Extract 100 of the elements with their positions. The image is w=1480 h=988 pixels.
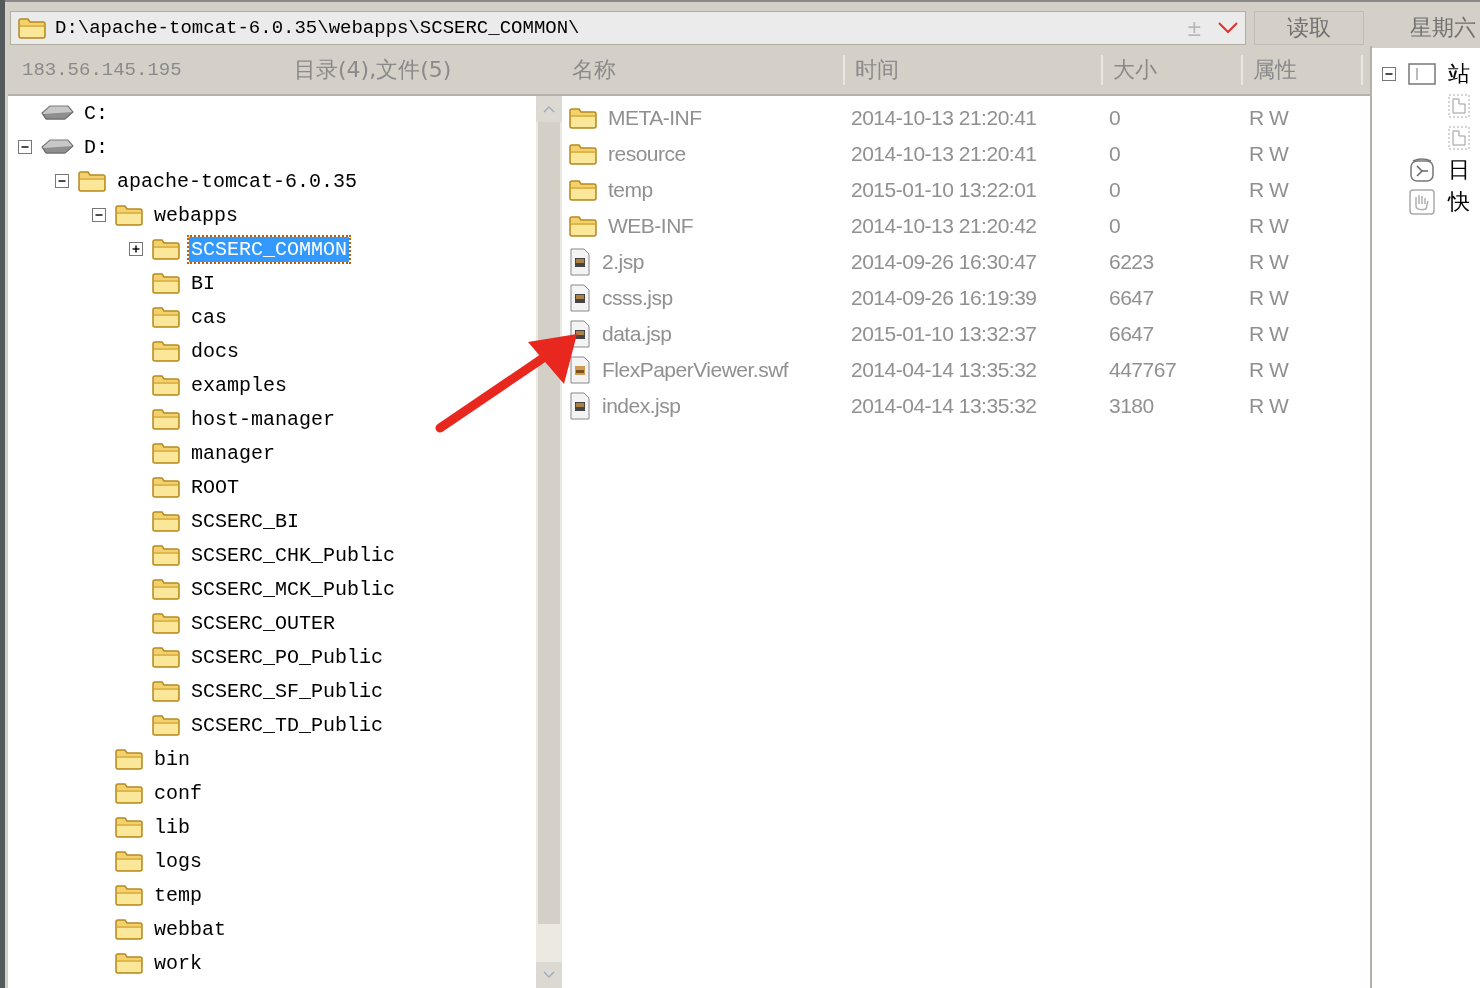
folder-icon [114,781,144,805]
folder-icon [151,543,181,567]
folder-icon [151,407,181,431]
file-attributes: R W [1248,286,1290,310]
folder-icon [114,815,144,839]
file-attributes: R W [1248,106,1290,130]
file-attributes: R W [1248,322,1290,346]
tree-item[interactable]: cas [189,304,229,330]
modified-time: 2014-10-13 21:20:41 [850,106,1038,130]
modified-time: 2014-04-14 13:35:32 [850,394,1038,418]
folder-icon [114,849,144,873]
folder-icon [77,169,107,193]
dropdown-chevron-icon[interactable] [1217,21,1239,35]
file-attributes: R W [1248,142,1290,166]
collapse-toggle[interactable] [55,174,69,188]
folder-icon [151,475,181,499]
modified-time: 2015-01-10 13:32:37 [850,322,1038,346]
drive-icon [40,103,74,123]
host-address: 183.56.145.195 [21,59,183,81]
address-text: D:\apache-tomcat-6.0.35\webapps\SCSERC_COMMON\ [55,17,581,39]
folder-icon [151,645,181,669]
file-icon [568,392,592,420]
modified-time: 2014-09-26 16:30:47 [850,250,1038,274]
tree-item[interactable]: bin [152,746,192,772]
file-size: 0 [1108,214,1122,238]
tree-item[interactable]: docs [189,338,241,364]
side-item[interactable]: 站 [1448,59,1470,89]
tree-item[interactable]: lib [152,814,192,840]
address-field[interactable]: D:\apache-tomcat-6.0.35\webapps\SCSERC_COMMON\ ± [10,11,1246,45]
tree-item[interactable]: logs [152,848,204,874]
folder-icon [151,509,181,533]
tree-item[interactable]: ROOT [189,474,241,500]
folder-icon [114,917,144,941]
tree-item[interactable]: SCSERC_PO_Public [189,644,386,670]
file-icon [568,284,592,312]
folder-icon [151,577,181,601]
collapse-toggle[interactable] [18,140,32,154]
side-item[interactable]: 快 [1448,187,1470,217]
file-size: 0 [1108,106,1122,130]
file-size: 6647 [1108,322,1155,346]
folder-summary: 目录(4),文件(5) [294,56,452,84]
drive-icon [40,137,74,157]
tree-item[interactable]: C: [82,100,110,126]
folder-icon [568,106,598,130]
side-item[interactable]: 日 [1448,155,1470,185]
folder-icon [151,373,181,397]
weekday-label: 星期六 [1410,14,1476,42]
folder-icon [151,339,181,363]
folder-icon [568,214,598,238]
tree-item[interactable]: webbat [152,916,228,942]
tree-item[interactable]: BI [189,270,217,296]
folder-icon [151,441,181,465]
file-attributes: R W [1248,358,1290,382]
expand-toggle[interactable] [129,242,143,256]
file-size: 3180 [1108,394,1155,418]
tree-item[interactable]: webapps [152,202,240,228]
file-icon [568,356,592,384]
folder-icon [151,237,181,261]
file-size: 0 [1108,142,1122,166]
modified-time: 2014-10-13 21:20:42 [850,214,1038,238]
modified-time: 2014-04-14 13:35:32 [850,358,1038,382]
tree-item[interactable]: SCSERC_BI [189,508,302,534]
collapse-toggle[interactable] [92,208,106,222]
tree-item[interactable]: SCSERC_TD_Public [189,712,386,738]
tree-item[interactable]: temp [152,882,204,908]
hand-icon [1408,189,1436,215]
folder-icon [151,713,181,737]
tree-item[interactable]: SCSERC_OUTER [189,610,338,636]
window-icon [1408,63,1436,85]
file-attributes: R W [1248,250,1290,274]
folder-icon [151,271,181,295]
clock-icon [1408,157,1436,183]
folder-icon [568,178,598,202]
tree-item[interactable]: SCSERC_SF_Public [189,678,386,704]
page-icon [1448,126,1470,150]
collapse-toggle[interactable] [1382,67,1396,81]
file-icon [568,248,592,276]
tree-item[interactable]: conf [152,780,204,806]
folder-icon [151,305,181,329]
file-attributes: R W [1248,394,1290,418]
folder-icon [568,142,598,166]
page-icon [1448,94,1470,118]
modified-time: 2014-10-13 21:20:41 [850,142,1038,166]
tree-item[interactable]: D: [82,134,110,160]
tree-item[interactable]: host-manager [189,406,338,432]
file-size: 0 [1108,178,1122,202]
tree-item[interactable]: apache-tomcat-6.0.35 [115,168,360,194]
folder-icon [17,16,47,40]
file-attributes: R W [1248,178,1290,202]
file-attributes: R W [1248,214,1290,238]
modified-time: 2015-01-10 13:22:01 [850,178,1038,202]
file-size: 6647 [1108,286,1155,310]
tree-item[interactable]: SCSERC_CHK_Public [189,542,398,568]
tree-item[interactable]: SCSERC_MCK_Public [189,576,398,602]
folder-icon [114,747,144,771]
tree-item[interactable]: work [152,950,204,976]
folder-icon [114,203,144,227]
tree-item[interactable]: examples [189,372,289,398]
tree-item[interactable]: manager [189,440,277,466]
folder-icon [151,611,181,635]
